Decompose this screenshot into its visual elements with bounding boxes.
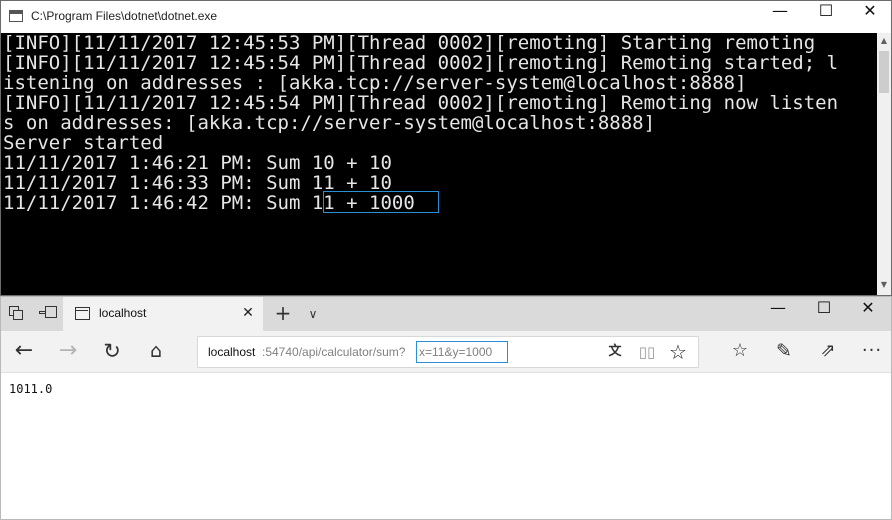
- browser-window: localhost ✕ + ∨ — ☐ ✕ ← → ↻ ⌂ localhost …: [0, 296, 892, 520]
- console-output: [INFO][11/11/2017 12:45:53 PM][Thread 00…: [1, 33, 877, 295]
- reading-view-icon[interactable]: ▯▯: [636, 341, 658, 363]
- page-icon: [75, 307, 90, 320]
- url-host: localhost: [208, 345, 256, 359]
- tab-title: localhost: [99, 306, 147, 320]
- response-text: 1011.0: [9, 382, 53, 396]
- more-icon[interactable]: ···: [857, 336, 887, 366]
- new-tab-button[interactable]: +: [271, 301, 295, 325]
- console-line: Server started: [3, 132, 164, 154]
- back-arrow-icon[interactable]: ←: [9, 336, 39, 366]
- tabs-aside-icon[interactable]: [9, 306, 23, 320]
- translate-icon[interactable]: 文: [604, 341, 626, 363]
- share-icon[interactable]: ⇗: [813, 336, 843, 366]
- console-line: 11/11/2017 1:46:21 PM: Sum 10 + 10: [3, 152, 392, 174]
- browser-maximize-button[interactable]: ☐: [801, 298, 847, 330]
- console-highlight-box: [323, 191, 439, 213]
- console-title: C:\Program Files\dotnet\dotnet.exe: [31, 9, 218, 23]
- page-content: 1011.0: [1, 373, 891, 519]
- console-window: C:\Program Files\dotnet\dotnet.exe — ☐ ✕…: [0, 0, 892, 296]
- console-close-button[interactable]: ✕: [847, 1, 892, 33]
- chevron-down-icon[interactable]: ∨: [301, 302, 325, 326]
- favorites-hub-icon[interactable]: ☆: [725, 336, 755, 366]
- url-query: x=11&y=1000: [419, 345, 493, 359]
- browser-toolbar: ← → ↻ ⌂ localhost :54740/api/calculator/…: [1, 331, 891, 373]
- close-tab-icon[interactable]: ✕: [239, 304, 257, 322]
- console-line: 11/11/2017 1:46:33 PM: Sum 11 + 10: [3, 172, 392, 194]
- url-path: :54740/api/calculator/sum?: [262, 345, 406, 359]
- console-titlebar[interactable]: C:\Program Files\dotnet\dotnet.exe — ☐ ✕: [1, 1, 891, 33]
- console-line: s on addresses: [akka.tcp://server-syste…: [3, 112, 656, 134]
- browser-tabbar: localhost ✕ + ∨ — ☐ ✕: [1, 297, 891, 331]
- address-bar[interactable]: localhost :54740/api/calculator/sum? x=1…: [197, 336, 699, 368]
- tab-preview-icon[interactable]: [39, 306, 57, 320]
- scroll-down-arrow-icon[interactable]: ▼: [877, 277, 891, 293]
- console-maximize-button[interactable]: ☐: [803, 1, 849, 33]
- console-line: [INFO][11/11/2017 12:45:53 PM][Thread 00…: [3, 33, 816, 54]
- star-icon[interactable]: ☆: [666, 340, 690, 364]
- tab-localhost[interactable]: localhost ✕: [63, 297, 263, 331]
- home-icon[interactable]: ⌂: [141, 336, 171, 366]
- browser-minimize-button[interactable]: —: [755, 298, 801, 330]
- refresh-icon[interactable]: ↻: [97, 336, 127, 366]
- console-app-icon: [9, 10, 23, 22]
- console-line: [INFO][11/11/2017 12:45:54 PM][Thread 00…: [3, 92, 839, 114]
- scroll-up-arrow-icon[interactable]: ▲: [877, 33, 891, 49]
- console-scrollbar[interactable]: ▲ ▼: [877, 33, 891, 295]
- forward-arrow-icon[interactable]: →: [53, 336, 83, 366]
- console-line: [INFO][11/11/2017 12:45:54 PM][Thread 00…: [3, 52, 839, 74]
- pen-icon[interactable]: ✎: [769, 336, 799, 366]
- console-line: istening on addresses : [akka.tcp://serv…: [3, 72, 747, 94]
- console-minimize-button[interactable]: —: [757, 1, 803, 33]
- browser-close-button[interactable]: ✕: [845, 298, 891, 330]
- scrollbar-thumb[interactable]: [879, 51, 889, 93]
- url-query-highlight: x=11&y=1000: [416, 341, 508, 363]
